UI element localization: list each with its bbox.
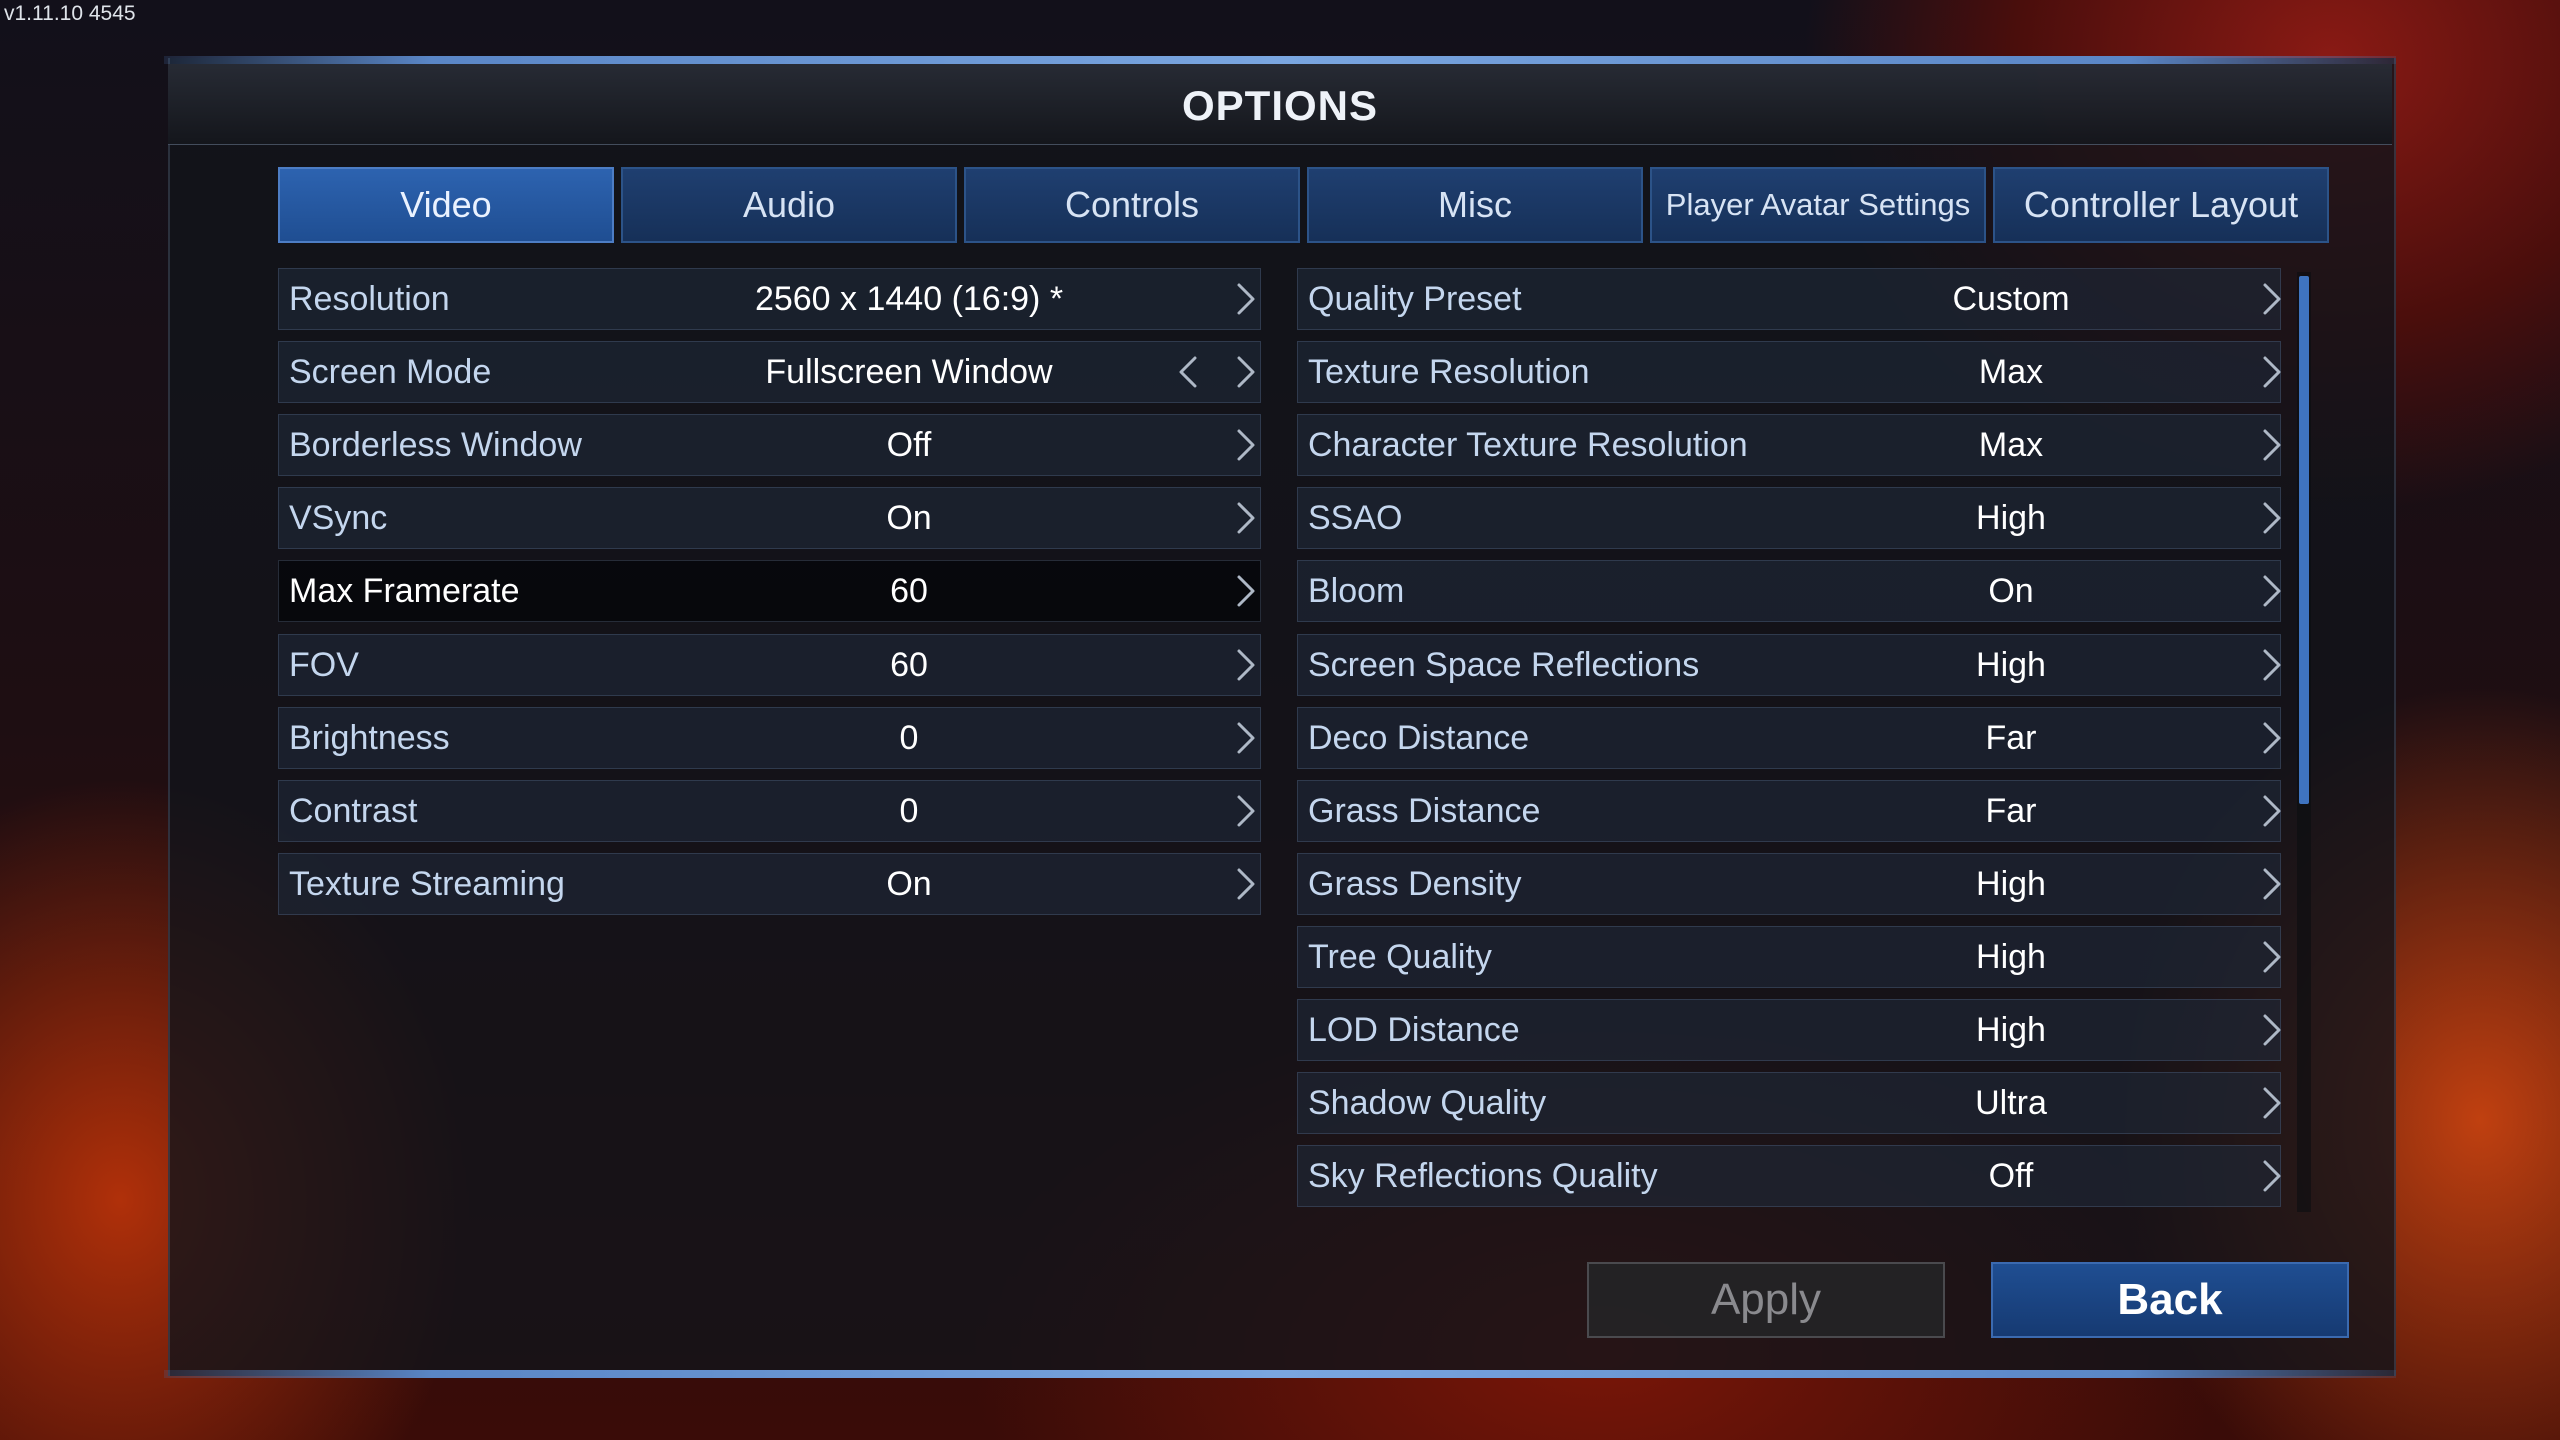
setting-row-screen-mode[interactable]: Screen Mode Fullscreen Window xyxy=(278,341,1261,403)
setting-row-contrast[interactable]: Contrast 0 xyxy=(278,780,1261,842)
setting-label: Brightness xyxy=(289,718,450,757)
setting-row-sky-reflections-quality[interactable]: Sky Reflections Quality Off xyxy=(1297,1145,2281,1207)
setting-label: Texture Resolution xyxy=(1308,352,1590,391)
setting-row-max-framerate[interactable]: Max Framerate 60 xyxy=(278,560,1261,622)
setting-label: Shadow Quality xyxy=(1308,1083,1547,1122)
setting-label: Texture Streaming xyxy=(289,864,565,903)
setting-row-tree-quality[interactable]: Tree Quality High xyxy=(1297,926,2281,988)
setting-label: Tree Quality xyxy=(1308,937,1492,976)
setting-label: Character Texture Resolution xyxy=(1308,425,1748,464)
chevron-right-icon[interactable] xyxy=(1226,279,1266,319)
setting-row-lod-distance[interactable]: LOD Distance High xyxy=(1297,999,2281,1061)
chevron-right-icon[interactable] xyxy=(2252,498,2292,538)
chevron-right-icon[interactable] xyxy=(1226,352,1266,392)
chevron-right-icon[interactable] xyxy=(1226,425,1266,465)
chevron-right-icon[interactable] xyxy=(2252,1083,2292,1123)
version-label: v1.11.10 4545 xyxy=(4,2,136,25)
setting-label: Bloom xyxy=(1308,571,1405,610)
setting-row-resolution[interactable]: Resolution 2560 x 1440 (16:9) * xyxy=(278,268,1261,330)
setting-row-texture-streaming[interactable]: Texture Streaming On xyxy=(278,853,1261,915)
frame-top-border xyxy=(164,56,2396,64)
title-bar: OPTIONS xyxy=(168,64,2392,145)
chevron-right-icon[interactable] xyxy=(2252,352,2292,392)
setting-row-fov[interactable]: FOV 60 xyxy=(278,634,1261,696)
setting-label: LOD Distance xyxy=(1308,1010,1520,1049)
chevron-right-icon[interactable] xyxy=(2252,1010,2292,1050)
chevron-left-icon[interactable] xyxy=(1168,352,1208,392)
chevron-right-icon[interactable] xyxy=(1226,645,1266,685)
tab-video[interactable]: Video xyxy=(278,167,614,243)
setting-label: Deco Distance xyxy=(1308,718,1530,757)
setting-row-vsync[interactable]: VSync On xyxy=(278,487,1261,549)
tab-controller-layout[interactable]: Controller Layout xyxy=(1993,167,2329,243)
setting-label: FOV xyxy=(289,645,359,684)
chevron-right-icon[interactable] xyxy=(2252,571,2292,611)
setting-row-bloom[interactable]: Bloom On xyxy=(1297,560,2281,622)
chevron-right-icon[interactable] xyxy=(2252,791,2292,831)
chevron-right-icon[interactable] xyxy=(1226,791,1266,831)
setting-row-deco-distance[interactable]: Deco Distance Far xyxy=(1297,707,2281,769)
setting-row-texture-resolution[interactable]: Texture Resolution Max xyxy=(1297,341,2281,403)
setting-row-character-texture-resolution[interactable]: Character Texture Resolution Max xyxy=(1297,414,2281,476)
setting-label: Borderless Window xyxy=(289,425,582,464)
setting-label: SSAO xyxy=(1308,498,1403,537)
setting-label: Sky Reflections Quality xyxy=(1308,1156,1658,1195)
setting-label: Contrast xyxy=(289,791,418,830)
chevron-right-icon[interactable] xyxy=(1226,571,1266,611)
back-button[interactable]: Back xyxy=(1991,1262,2349,1338)
frame-bottom-border xyxy=(164,1370,2396,1378)
chevron-right-icon[interactable] xyxy=(2252,279,2292,319)
setting-row-brightness[interactable]: Brightness 0 xyxy=(278,707,1261,769)
setting-label: Screen Mode xyxy=(289,352,492,391)
setting-row-borderless-window[interactable]: Borderless Window Off xyxy=(278,414,1261,476)
chevron-right-icon[interactable] xyxy=(2252,1156,2292,1196)
chevron-right-icon[interactable] xyxy=(1226,718,1266,758)
apply-button[interactable]: Apply xyxy=(1587,1262,1945,1338)
scrollbar-thumb[interactable] xyxy=(2299,276,2309,804)
setting-row-grass-distance[interactable]: Grass Distance Far xyxy=(1297,780,2281,842)
chevron-right-icon[interactable] xyxy=(2252,718,2292,758)
tab-controls[interactable]: Controls xyxy=(964,167,1300,243)
setting-label: VSync xyxy=(289,498,388,537)
setting-label: Grass Density xyxy=(1308,864,1522,903)
setting-label: Max Framerate xyxy=(289,571,520,610)
page-title: OPTIONS xyxy=(1181,82,1379,129)
chevron-right-icon[interactable] xyxy=(1226,864,1266,904)
chevron-right-icon[interactable] xyxy=(2252,864,2292,904)
chevron-right-icon[interactable] xyxy=(1226,498,1266,538)
tab-player-avatar-settings[interactable]: Player Avatar Settings xyxy=(1650,167,1986,243)
setting-row-quality-preset[interactable]: Quality Preset Custom xyxy=(1297,268,2281,330)
chevron-right-icon[interactable] xyxy=(2252,645,2292,685)
setting-row-shadow-quality[interactable]: Shadow Quality Ultra xyxy=(1297,1072,2281,1134)
setting-row-screen-space-reflections[interactable]: Screen Space Reflections High xyxy=(1297,634,2281,696)
chevron-right-icon[interactable] xyxy=(2252,425,2292,465)
setting-label: Grass Distance xyxy=(1308,791,1541,830)
setting-row-grass-density[interactable]: Grass Density High xyxy=(1297,853,2281,915)
tab-misc[interactable]: Misc xyxy=(1307,167,1643,243)
tab-audio[interactable]: Audio xyxy=(621,167,957,243)
setting-label: Quality Preset xyxy=(1308,279,1522,318)
chevron-right-icon[interactable] xyxy=(2252,937,2292,977)
setting-row-ssao[interactable]: SSAO High xyxy=(1297,487,2281,549)
setting-label: Screen Space Reflections xyxy=(1308,645,1700,684)
setting-label: Resolution xyxy=(289,279,450,318)
